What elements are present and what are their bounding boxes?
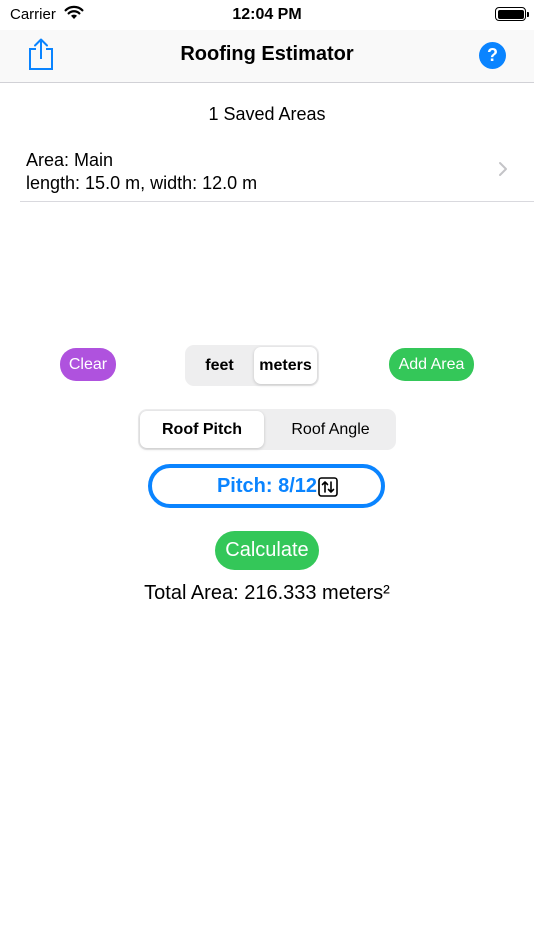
battery-icon xyxy=(495,7,529,21)
navigation-bar: Roofing Estimator ? xyxy=(0,30,534,83)
status-bar: Carrier 12:04 PM xyxy=(0,0,534,30)
total-area-result: Total Area: 216.333 meters² xyxy=(144,582,390,604)
area-name: Area: Main xyxy=(26,150,114,170)
unit-option-meters[interactable]: meters xyxy=(254,347,317,384)
area-dimensions: length: 15.0 m, width: 12.0 m xyxy=(26,173,258,193)
page-title: Roofing Estimator xyxy=(180,43,354,65)
calculate-button[interactable]: Calculate xyxy=(215,531,319,570)
unit-option-feet[interactable]: feet xyxy=(187,347,252,384)
saved-area-row[interactable]: Area: Main length: 15.0 m, width: 12.0 m xyxy=(20,148,534,202)
add-area-button[interactable]: Add Area xyxy=(389,348,474,381)
saved-areas-count: 1 Saved Areas xyxy=(208,104,326,124)
mode-segmented-control: Roof Pitch Roof Angle xyxy=(138,409,396,450)
unit-segmented-control: feet meters xyxy=(185,345,319,386)
mode-option-roof-angle[interactable]: Roof Angle xyxy=(267,411,394,448)
roofing-estimator-screen: Carrier 12:04 PM Roofing Estimator ? 1 S… xyxy=(0,0,534,950)
sort-arrows-icon xyxy=(318,477,338,497)
help-button[interactable]: ? xyxy=(479,42,506,69)
clear-button[interactable]: Clear xyxy=(60,348,116,381)
pitch-picker-button[interactable]: Pitch: 8/12 xyxy=(148,464,385,508)
chevron-right-icon xyxy=(498,161,508,177)
mode-option-roof-pitch[interactable]: Roof Pitch xyxy=(140,411,264,448)
clock: 12:04 PM xyxy=(232,6,302,23)
